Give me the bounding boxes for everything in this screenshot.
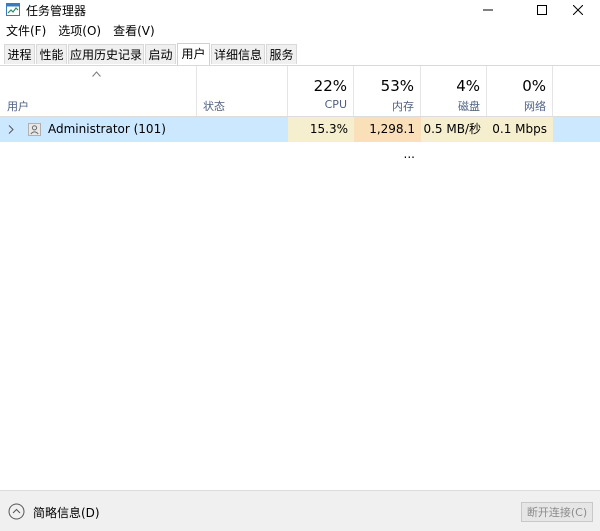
tab-processes[interactable]: 进程: [4, 44, 35, 64]
column-header-cpu-label: CPU: [324, 98, 347, 111]
table-row[interactable]: Administrator (101) 15.3% 1,298.1 ... 0.…: [0, 117, 600, 161]
footer-bar: 简略信息(D) 断开连接(C): [0, 490, 600, 531]
row-disk: 0.5 MB/秒: [421, 117, 487, 142]
column-header-memory[interactable]: 53% 内存: [354, 66, 421, 116]
disconnect-button[interactable]: 断开连接(C): [521, 502, 593, 522]
window-title: 任务管理器: [26, 4, 87, 18]
chevron-right-icon[interactable]: [8, 125, 14, 134]
title-bar: 任务管理器: [0, 0, 600, 20]
cpu-total-percent: 22%: [313, 77, 347, 95]
column-header-status-label: 状态: [203, 100, 225, 113]
close-button[interactable]: [556, 0, 600, 20]
column-header-network-label: 网络: [524, 100, 546, 113]
row-network: 0.1 Mbps: [487, 117, 553, 142]
column-header-network[interactable]: 0% 网络: [487, 66, 553, 116]
column-header-memory-label: 内存: [392, 100, 414, 113]
row-memory: 1,298.1 ...: [354, 117, 421, 161]
row-status: [197, 117, 288, 142]
user-name: Administrator (101): [48, 122, 166, 136]
tab-performance[interactable]: 性能: [36, 44, 67, 64]
column-header-status[interactable]: 状态: [197, 66, 288, 116]
task-manager-icon: [6, 3, 20, 16]
minimize-button[interactable]: [466, 0, 510, 20]
disk-total-percent: 4%: [456, 77, 480, 95]
column-header-row: 用户 状态 22% CPU 53% 内存 4% 磁盘 0% 网络: [0, 66, 600, 117]
tab-app-history[interactable]: 应用历史记录: [68, 44, 144, 64]
menu-options[interactable]: 选项(O): [52, 22, 107, 40]
tab-details[interactable]: 详细信息: [211, 44, 265, 64]
fewer-details-link[interactable]: 简略信息(D): [33, 504, 100, 521]
chevron-up-circle-icon[interactable]: [8, 503, 25, 520]
network-total-percent: 0%: [522, 77, 546, 95]
tab-users[interactable]: 用户: [177, 43, 210, 65]
close-icon: [573, 5, 583, 15]
menu-bar: 文件(F) 选项(O) 查看(V): [0, 22, 161, 40]
minimize-icon: [483, 9, 493, 11]
column-header-user[interactable]: 用户: [0, 66, 197, 116]
user-icon: [28, 123, 41, 136]
menu-view[interactable]: 查看(V): [107, 22, 161, 40]
column-header-cpu[interactable]: 22% CPU: [288, 66, 354, 116]
column-header-user-label: 用户: [7, 100, 29, 113]
memory-total-percent: 53%: [380, 77, 414, 95]
maximize-icon: [537, 5, 547, 15]
column-header-disk-label: 磁盘: [458, 100, 480, 113]
tab-startup[interactable]: 启动: [145, 44, 176, 64]
row-cpu: 15.3%: [288, 117, 354, 142]
menu-file[interactable]: 文件(F): [0, 22, 52, 40]
tab-strip: 进程 性能 应用历史记录 启动 用户 详细信息 服务: [0, 43, 600, 66]
tab-services[interactable]: 服务: [266, 44, 297, 64]
sort-up-caret-icon: [92, 71, 101, 77]
column-header-disk[interactable]: 4% 磁盘: [421, 66, 487, 116]
